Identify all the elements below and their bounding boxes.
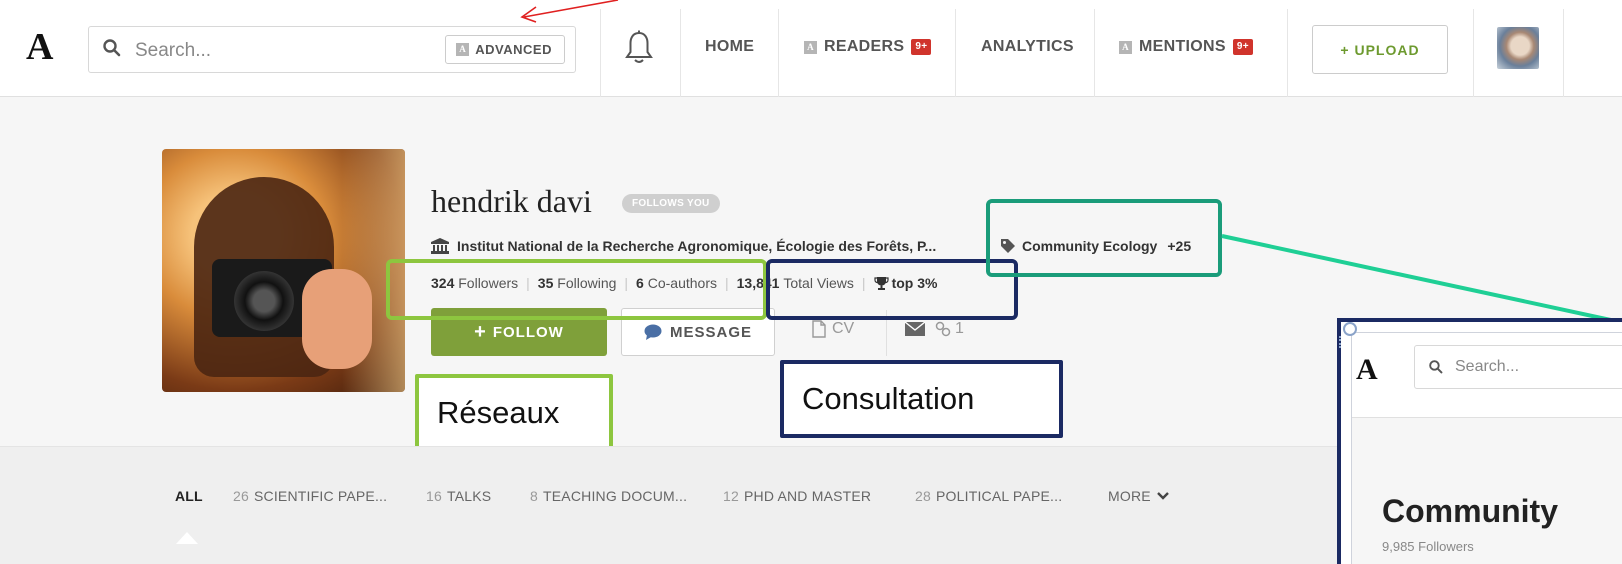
tab-count: 16 — [426, 488, 442, 504]
affiliation[interactable]: Institut National de la Recherche Agrono… — [431, 238, 936, 254]
inset-title: Community — [1382, 493, 1558, 529]
nav-analytics-label: ANALYTICS — [981, 38, 1074, 55]
search-box[interactable]: Search... A ADVANCED — [88, 26, 576, 73]
upload-button[interactable]: + UPLOAD — [1312, 25, 1448, 74]
academia-mini-icon: A — [804, 40, 817, 54]
inset-followers: 9,985 Followers — [1382, 539, 1474, 554]
notifications-bell-icon[interactable] — [624, 30, 654, 66]
tab-more[interactable]: MORE — [1108, 488, 1169, 504]
advanced-search-button[interactable]: A ADVANCED — [445, 35, 565, 64]
tab-label: POLITICAL PAPE... — [935, 488, 1063, 504]
tab-label: TEACHING DOCUM... — [543, 488, 688, 504]
message-label: MESSAGE — [669, 323, 752, 341]
inset-community-screenshot: A Search... Community 9,985 Followers — [1337, 318, 1622, 564]
red-annotation-arrow — [520, 0, 619, 23]
nav-divider — [1094, 9, 1095, 97]
affiliation-text: Institut National de la Recherche Agrono… — [457, 238, 937, 254]
chevron-down-icon — [1156, 492, 1169, 500]
nav-readers[interactable]: A READERS 9+ — [804, 38, 932, 56]
institution-icon — [431, 238, 449, 254]
teal-connector-line — [1221, 234, 1621, 324]
active-tab-indicator — [176, 532, 198, 544]
nav-divider — [1563, 9, 1564, 97]
reseaux-note: Réseaux — [415, 374, 613, 452]
nav-divider — [1473, 9, 1474, 97]
nav-home[interactable]: HOME — [705, 38, 754, 56]
nav-mentions-label: MENTIONS — [1139, 38, 1226, 55]
tab-talks[interactable]: 16 TALKS — [426, 488, 491, 504]
nav-home-label: HOME — [705, 38, 755, 55]
tab-label: MORE — [1108, 488, 1151, 504]
reseaux-highlight-box — [386, 259, 767, 320]
resize-handle-icon — [1343, 322, 1357, 336]
links-count: 1 — [955, 320, 964, 337]
inset-search-placeholder: Search... — [1455, 358, 1520, 375]
nav-mentions[interactable]: A MENTIONS 9+ — [1119, 38, 1253, 56]
academia-logo[interactable]: A — [26, 28, 53, 66]
dotted-guide — [1339, 336, 1345, 348]
tab-political-papers[interactable]: 28 POLITICAL PAPE... — [915, 488, 1062, 504]
academia-mini-icon: A — [1119, 40, 1132, 54]
document-icon — [812, 320, 826, 338]
tab-label: ALL — [175, 488, 203, 504]
nav-readers-label: READERS — [824, 38, 905, 55]
user-avatar[interactable] — [1497, 27, 1539, 69]
search-input[interactable]: Search... — [135, 40, 211, 62]
tab-count: 12 — [723, 488, 739, 504]
nav-analytics[interactable]: ANALYTICS — [981, 38, 1074, 56]
academia-mini-icon: A — [456, 43, 470, 56]
link-icon — [935, 321, 951, 337]
nav-divider — [680, 9, 681, 97]
links-group[interactable]: 1 — [935, 320, 964, 338]
cv-link[interactable]: CV — [812, 320, 854, 338]
inset-search-box: Search... — [1414, 345, 1622, 389]
consultation-highlight-box — [766, 259, 1018, 320]
community-highlight-box — [986, 199, 1222, 277]
follow-label: FOLLOW — [492, 323, 564, 341]
mail-icon[interactable] — [905, 322, 925, 336]
tab-phd-and-master[interactable]: 12 PHD AND MASTER — [723, 488, 871, 504]
top-navigation-bar: A Search... A ADVANCED HOME A READERS 9+… — [0, 0, 1622, 97]
tab-teaching-documents[interactable]: 8 TEACHING DOCUM... — [530, 488, 687, 504]
mentions-badge: 9+ — [1232, 39, 1253, 55]
search-icon — [103, 39, 121, 57]
tab-label: SCIENTIFIC PAPE... — [253, 488, 388, 504]
tab-count: 28 — [915, 488, 931, 504]
tab-label: TALKS — [446, 488, 492, 504]
search-icon — [1429, 360, 1443, 374]
nav-divider — [778, 9, 779, 97]
nav-divider — [1287, 9, 1288, 97]
cv-label: CV — [832, 320, 855, 337]
profile-photo — [162, 149, 405, 392]
profile-name: hendrik davi — [431, 183, 592, 219]
tab-count: 8 — [530, 488, 538, 504]
chat-bubble-icon — [644, 324, 662, 340]
tab-count: 26 — [233, 488, 249, 504]
contact-links: 1 — [905, 320, 964, 338]
follows-you-badge: FOLLOWS YOU — [622, 194, 720, 213]
tab-all[interactable]: ALL — [175, 488, 203, 504]
readers-badge: 9+ — [911, 39, 932, 55]
plus-icon: + — [474, 321, 487, 343]
advanced-label: ADVANCED — [475, 42, 552, 57]
inset-logo: A — [1356, 353, 1378, 386]
tab-scientific-papers[interactable]: 26 SCIENTIFIC PAPE... — [233, 488, 387, 504]
consultation-note: Consultation — [780, 360, 1063, 438]
tab-label: PHD AND MASTER — [743, 488, 872, 504]
nav-divider — [955, 9, 956, 97]
